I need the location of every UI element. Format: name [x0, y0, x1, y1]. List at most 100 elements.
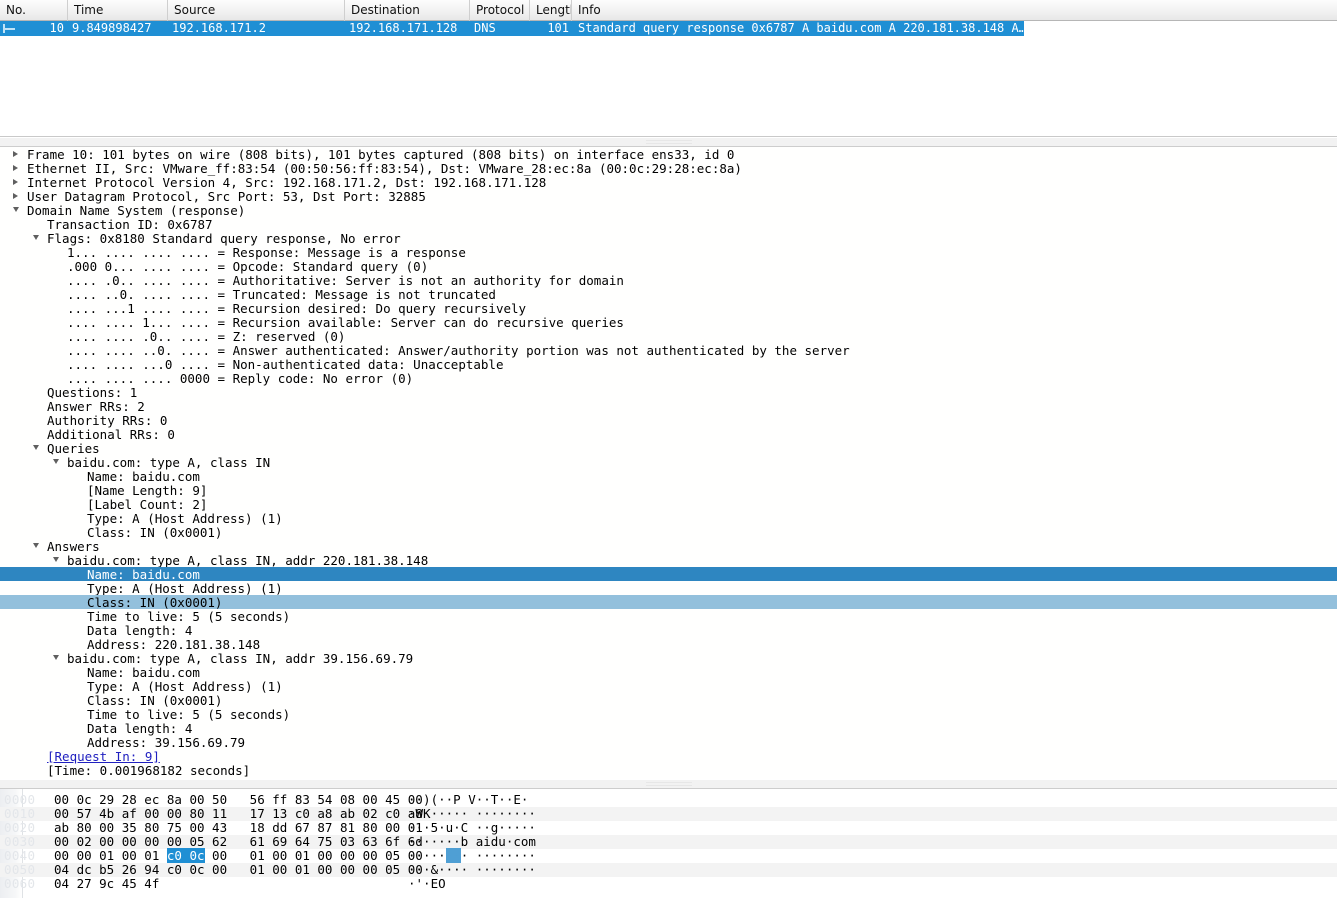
collapse-triangle-icon[interactable] [33, 235, 39, 240]
detail-tree-row[interactable]: Time to live: 5 (5 seconds) [0, 707, 1337, 721]
detail-tree-row[interactable]: Additional RRs: 0 [0, 427, 1337, 441]
detail-tree-row[interactable]: .... .... .... 0000 = Reply code: No err… [0, 371, 1337, 385]
hex-dump-row[interactable]: 0040 00 00 01 00 01 c0 0c 00 01 00 01 00 … [0, 848, 1337, 863]
detail-tree-row[interactable]: .... .... .0.. .... = Z: reserved (0) [0, 329, 1337, 343]
expand-triangle-icon[interactable] [13, 178, 18, 185]
column-header-protocol[interactable]: Protocol [470, 0, 530, 21]
hex-ascii[interactable]: ···&···· ········ [402, 863, 536, 877]
detail-tree-row[interactable]: Name: baidu.com [0, 567, 1337, 581]
detail-tree-row[interactable]: Domain Name System (response) [0, 203, 1337, 217]
hex-bytes[interactable]: 00 00 01 00 01 c0 0c 00 01 00 01 00 00 0… [46, 848, 423, 863]
detail-tree-row[interactable]: Answer RRs: 2 [0, 399, 1337, 413]
hex-offset: 0000 [4, 792, 36, 807]
detail-tree-link[interactable]: [Request In: 9] [47, 749, 160, 764]
detail-tree-row[interactable]: Frame 10: 101 bytes on wire (808 bits), … [0, 147, 1337, 161]
column-header-destination[interactable]: Destination [345, 0, 470, 21]
hex-dump-row[interactable]: 0000 00 0c 29 28 ec 8a 00 50 56 ff 83 54 … [0, 793, 1337, 807]
detail-tree-row[interactable]: Name: baidu.com [0, 469, 1337, 483]
hex-ascii[interactable]: ·'·EO [402, 877, 446, 891]
expand-triangle-icon[interactable] [13, 150, 18, 157]
detail-tree-row[interactable]: Type: A (Host Address) (1) [0, 581, 1337, 595]
detail-tree-row[interactable]: baidu.com: type A, class IN, addr 220.18… [0, 553, 1337, 567]
hex-bytes-selected[interactable]: c0 0c [166, 848, 205, 863]
splitter-detail-bytes[interactable] [0, 779, 1337, 789]
packet-details-pane[interactable]: Frame 10: 101 bytes on wire (808 bits), … [0, 147, 1337, 779]
hex-dump-row[interactable]: 0050 04 dc b5 26 94 c0 0c 00 01 00 01 00 … [0, 863, 1337, 877]
hex-ascii[interactable]: ··)(··P V··T··E· [402, 793, 528, 807]
detail-tree-row[interactable]: Class: IN (0x0001) [0, 595, 1337, 609]
detail-tree-row[interactable]: Flags: 0x8180 Standard query response, N… [0, 231, 1337, 245]
detail-tree-row[interactable]: baidu.com: type A, class IN, addr 39.156… [0, 651, 1337, 665]
detail-tree-row[interactable]: Data length: 4 [0, 721, 1337, 735]
hex-bytes[interactable]: 04 dc b5 26 94 c0 0c 00 01 00 01 00 00 0… [46, 863, 423, 877]
hex-ascii-selected[interactable]: ·· [445, 848, 461, 863]
detail-tree-row[interactable]: [Request In: 9] [0, 749, 1337, 763]
packet-list-column-headers[interactable]: No. Time Source Destination Protocol Len… [0, 0, 1337, 21]
detail-tree-row[interactable]: Internet Protocol Version 4, Src: 192.16… [0, 175, 1337, 189]
detail-tree-row[interactable]: .... .... ...0 .... = Non-authenticated … [0, 357, 1337, 371]
detail-tree-row[interactable]: [Label Count: 2] [0, 497, 1337, 511]
column-header-length[interactable]: Length [530, 0, 572, 21]
detail-tree-row[interactable]: Class: IN (0x0001) [0, 693, 1337, 707]
detail-tree-row[interactable]: 1... .... .... .... = Response: Message … [0, 245, 1337, 259]
packet-destination: 192.168.171.128 [349, 21, 458, 35]
packet-list-pane[interactable]: No. Time Source Destination Protocol Len… [0, 0, 1337, 137]
detail-tree-row[interactable]: baidu.com: type A, class IN [0, 455, 1337, 469]
packet-bytes-pane[interactable]: 0000 00 0c 29 28 ec 8a 00 50 56 ff 83 54 … [0, 789, 1337, 898]
hex-dump-row[interactable]: 0060 04 27 9c 45 4f ·'·EO [0, 877, 1337, 891]
column-header-time[interactable]: Time [68, 0, 168, 21]
detail-tree-row[interactable]: Data length: 4 [0, 623, 1337, 637]
splitter-list-detail[interactable] [0, 137, 1337, 147]
hex-bytes[interactable]: 00 57 4b af 00 00 80 11 17 13 c0 a8 ab 0… [46, 807, 423, 821]
detail-tree-label: baidu.com: type A, class IN, addr 39.156… [67, 650, 414, 666]
hex-bytes-pre: 00 00 01 00 01 [54, 848, 167, 863]
detail-tree-row[interactable]: Questions: 1 [0, 385, 1337, 399]
collapse-triangle-icon[interactable] [33, 445, 39, 450]
detail-tree-row[interactable]: .... .... 1... .... = Recursion availabl… [0, 315, 1337, 329]
collapse-triangle-icon[interactable] [53, 557, 59, 562]
detail-tree-row[interactable]: Ethernet II, Src: VMware_ff:83:54 (00:50… [0, 161, 1337, 175]
detail-tree-row[interactable]: Address: 220.181.38.148 [0, 637, 1337, 651]
hex-bytes[interactable]: 04 27 9c 45 4f [46, 877, 402, 891]
detail-tree-row[interactable]: [Time: 0.001968182 seconds] [0, 763, 1337, 777]
hex-dump-row[interactable]: 0030 00 02 00 00 00 00 05 62 61 69 64 75 … [0, 835, 1337, 849]
detail-tree-row[interactable]: .000 0... .... .... = Opcode: Standard q… [0, 259, 1337, 273]
collapse-triangle-icon[interactable] [53, 655, 59, 660]
detail-tree-row[interactable]: .... ...1 .... .... = Recursion desired:… [0, 301, 1337, 315]
hex-bytes[interactable]: ab 80 00 35 80 75 00 43 18 dd 67 87 81 8… [46, 821, 423, 835]
expand-triangle-icon[interactable] [13, 192, 18, 199]
detail-tree-row[interactable]: Time to live: 5 (5 seconds) [0, 609, 1337, 623]
hex-ascii[interactable]: ·WK····· ········ [402, 807, 536, 821]
hex-ascii[interactable]: ········ ········ [402, 848, 536, 863]
collapse-triangle-icon[interactable] [33, 543, 39, 548]
hex-bytes[interactable]: 00 0c 29 28 ec 8a 00 50 56 ff 83 54 08 0… [46, 793, 423, 807]
collapse-triangle-icon[interactable] [53, 459, 59, 464]
hex-ascii[interactable]: ·······b aidu·com [402, 835, 536, 849]
detail-tree-row[interactable]: .... ..0. .... .... = Truncated: Message… [0, 287, 1337, 301]
detail-tree-row[interactable]: [Name Length: 9] [0, 483, 1337, 497]
detail-tree-row[interactable]: Queries [0, 441, 1337, 455]
detail-tree-row[interactable]: Type: A (Host Address) (1) [0, 511, 1337, 525]
detail-tree-row[interactable]: Class: IN (0x0001) [0, 525, 1337, 539]
detail-tree-row[interactable]: .... .... ..0. .... = Answer authenticat… [0, 343, 1337, 357]
detail-tree-row[interactable]: Authority RRs: 0 [0, 413, 1337, 427]
detail-tree-label: Additional RRs: 0 [47, 426, 175, 442]
hex-ascii[interactable]: ···5·u·C ··g····· [402, 821, 536, 835]
detail-tree-row[interactable]: Name: baidu.com [0, 665, 1337, 679]
detail-tree-row[interactable]: Address: 39.156.69.79 [0, 735, 1337, 749]
column-header-source[interactable]: Source [168, 0, 345, 21]
detail-tree-row[interactable]: Transaction ID: 0x6787 [0, 217, 1337, 231]
expand-triangle-icon[interactable] [13, 164, 18, 171]
hex-dump-row[interactable]: 0010 00 57 4b af 00 00 80 11 17 13 c0 a8 … [0, 807, 1337, 821]
detail-tree-label: .... .... 1... .... = Recursion availabl… [67, 314, 624, 330]
hex-dump-row[interactable]: 0020 ab 80 00 35 80 75 00 43 18 dd 67 87 … [0, 821, 1337, 835]
column-header-no[interactable]: No. [0, 0, 68, 21]
detail-tree-row[interactable]: .... .0.. .... .... = Authoritative: Ser… [0, 273, 1337, 287]
hex-bytes[interactable]: 00 02 00 00 00 00 05 62 61 69 64 75 03 6… [46, 835, 423, 849]
column-header-info[interactable]: Info [572, 0, 1337, 21]
collapse-triangle-icon[interactable] [13, 207, 19, 212]
packet-list-row-selected[interactable]: 10 9.849898427 192.168.171.2 192.168.171… [0, 21, 1024, 36]
detail-tree-row[interactable]: Type: A (Host Address) (1) [0, 679, 1337, 693]
detail-tree-row[interactable]: User Datagram Protocol, Src Port: 53, Ds… [0, 189, 1337, 203]
detail-tree-row[interactable]: Answers [0, 539, 1337, 553]
